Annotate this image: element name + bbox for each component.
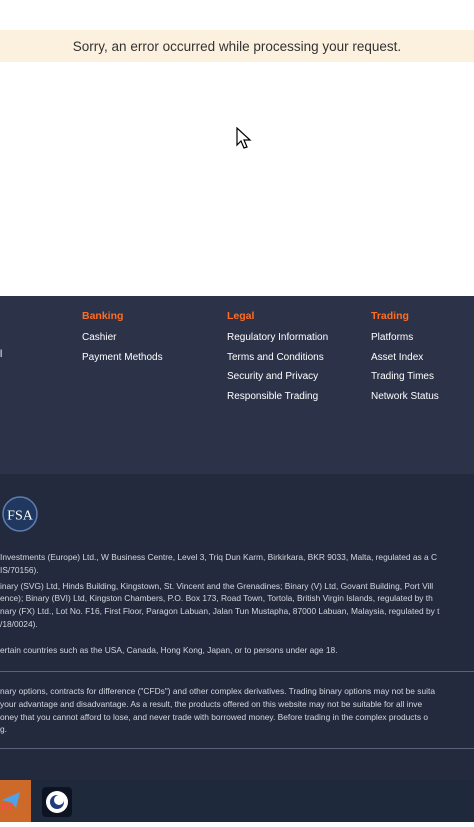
notification-badge: 117 [0, 803, 13, 812]
error-message: Sorry, an error occurred while processin… [72, 38, 402, 54]
legal-line: Investments (Europe) Ltd., W Business Ce… [0, 552, 438, 562]
legal-divider [0, 748, 474, 749]
top-bar [0, 0, 474, 31]
main-content [0, 62, 474, 296]
footer-heading-banking: Banking [82, 310, 124, 322]
legal-risk-block: nary options, contracts for difference (… [0, 685, 474, 736]
footer-link-payment-methods[interactable]: Payment Methods [82, 348, 163, 368]
legal-line: oney that you cannot afford to lose, and… [0, 711, 428, 722]
footer-link-trading-times[interactable]: Trading Times [371, 367, 439, 387]
legal-line: nary options, contracts for difference (… [0, 686, 435, 696]
legal-line: inary (SVG) Ltd, Hinds Building, Kingsto… [0, 580, 434, 591]
legal-regulation-block: Investments (Europe) Ltd., W Business Ce… [0, 551, 474, 631]
footer-column-banking: Banking Cashier Payment Methods [82, 308, 163, 367]
mouse-cursor-icon [236, 126, 252, 156]
footer-link-platforms[interactable]: Platforms [371, 328, 439, 348]
legal-line: nary (FX) Ltd., Lot No. F16, First Floor… [0, 606, 440, 617]
legal-line: /18/0024). [0, 618, 38, 629]
legal-line: IS/70156). [0, 564, 39, 575]
legal-divider [0, 671, 474, 672]
footer-cropped-link[interactable]: l [0, 349, 2, 360]
footer-link-asset-index[interactable]: Asset Index [371, 348, 439, 368]
legal-restriction-text: ertain countries such as the USA, Canada… [0, 645, 338, 655]
taskbar-app-icon-2[interactable] [42, 787, 72, 817]
footer-column-legal: Legal Regulatory Information Terms and C… [227, 308, 328, 406]
error-banner: Sorry, an error occurred while processin… [0, 30, 474, 62]
footer-link-regulatory-information[interactable]: Regulatory Information [227, 328, 328, 348]
legal-line: g. [0, 724, 7, 735]
legal-line: ence); Binary (BVI) Ltd, Kingston Chambe… [0, 593, 433, 604]
footer-link-cashier[interactable]: Cashier [82, 328, 163, 348]
footer-link-responsible-trading[interactable]: Responsible Trading [227, 387, 328, 407]
footer-heading-trading: Trading [371, 310, 409, 322]
footer-column-trading: Trading Platforms Asset Index Trading Ti… [371, 308, 439, 406]
footer-links-section: Banking Cashier Payment Methods Legal Re… [0, 296, 474, 474]
fsa-logo-text: FSA [7, 509, 34, 524]
fsa-logo: FSA [0, 496, 40, 537]
footer-heading-legal: Legal [227, 310, 255, 322]
footer-link-network-status[interactable]: Network Status [371, 387, 439, 407]
legal-line: your advantage and disadvantage. As a re… [0, 698, 423, 709]
footer-link-security-and-privacy[interactable]: Security and Privacy [227, 367, 328, 387]
footer-link-terms-and-conditions[interactable]: Terms and Conditions [227, 348, 328, 368]
taskbar-app-icon[interactable] [0, 780, 31, 822]
